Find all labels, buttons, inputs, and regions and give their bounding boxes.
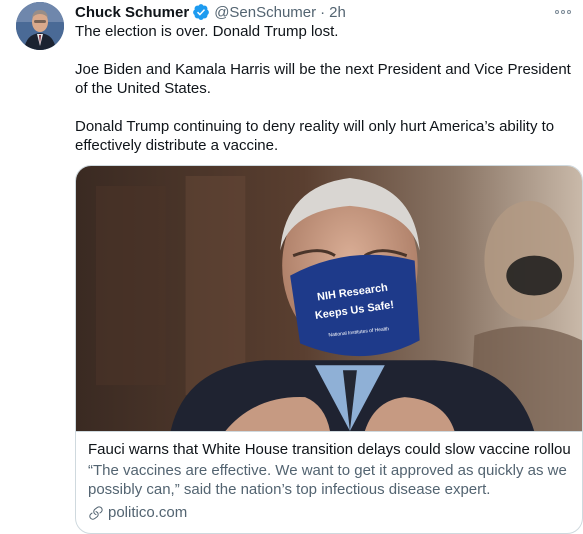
author-avatar[interactable]: [16, 2, 64, 50]
tweet-header: Chuck Schumer @SenSchumer · 2h: [75, 2, 571, 22]
card-description: “The vaccines are effective. We want to …: [88, 462, 567, 498]
card-image: NIH Research Keeps Us Safe! National Ins…: [76, 166, 582, 432]
card-domain-text: politico.com: [108, 504, 188, 521]
more-options-icon[interactable]: [549, 2, 571, 22]
author-name[interactable]: Chuck Schumer: [75, 4, 189, 21]
tweet-paragraph: Joe Biden and Kamala Harris will be the …: [75, 61, 571, 97]
link-preview-card[interactable]: NIH Research Keeps Us Safe! National Ins…: [75, 165, 583, 534]
card-title: Fauci warns that White House transition …: [88, 441, 570, 458]
card-body: Fauci warns that White House transition …: [76, 432, 582, 522]
tweet-text: The election is over. Donald Trump lost.…: [75, 22, 575, 155]
avatar-image: [16, 2, 64, 50]
verified-badge-icon: [192, 3, 210, 21]
author-handle[interactable]: @SenSchumer: [214, 4, 316, 21]
tweet-paragraph: The election is over. Donald Trump lost.: [75, 23, 339, 40]
tweet-paragraph: Donald Trump continuing to deny reality …: [75, 118, 555, 154]
separator-dot: ·: [320, 3, 326, 21]
link-icon: [88, 505, 104, 521]
tweet-timestamp[interactable]: 2h: [329, 4, 346, 21]
card-domain: politico.com: [88, 503, 570, 522]
